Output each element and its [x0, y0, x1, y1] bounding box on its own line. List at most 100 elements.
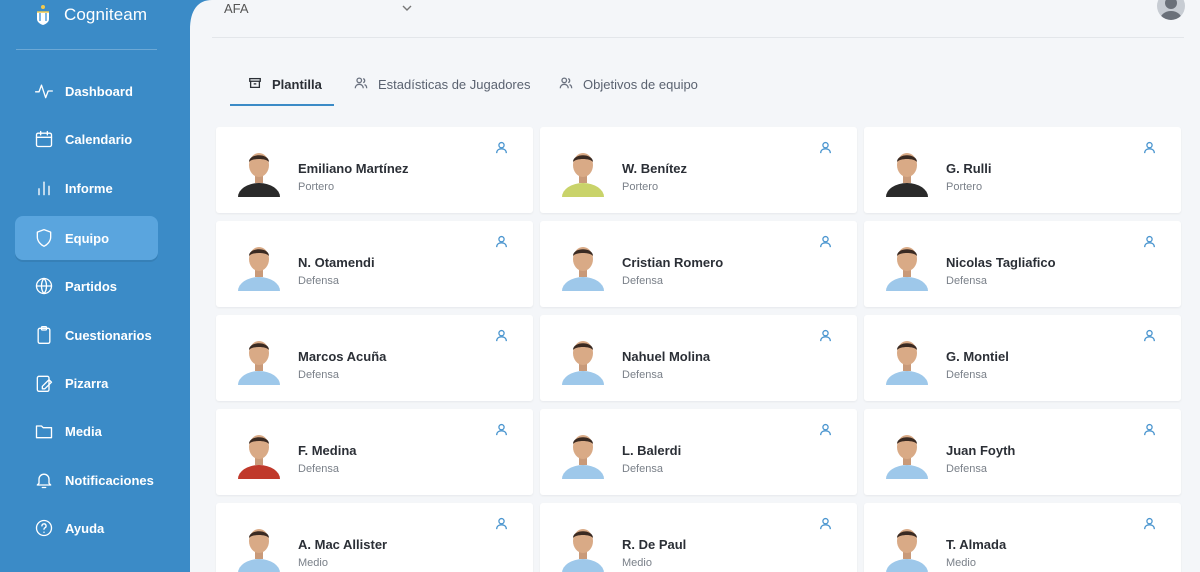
app-name: Cogniteam — [64, 5, 148, 24]
active-tab-indicator — [230, 104, 334, 106]
sidebar-item-informe[interactable]: Informe — [15, 166, 158, 210]
player-card[interactable]: G. Montiel Defensa — [864, 315, 1181, 401]
user-profile-icon[interactable] — [819, 517, 833, 531]
sidebar-item-ayuda[interactable]: Ayuda — [15, 506, 158, 550]
bell-icon — [33, 469, 55, 491]
user-profile-icon[interactable] — [495, 235, 509, 249]
player-position: Medio — [622, 557, 652, 569]
tab-objetivos-equipo[interactable]: Objetivos de equipo — [559, 62, 698, 106]
player-card[interactable]: A. Mac Allister Medio — [216, 503, 533, 572]
sidebar-item-pizarra[interactable]: Pizarra — [15, 361, 158, 405]
player-card[interactable]: W. Benítez Portero — [540, 127, 857, 213]
user-profile-icon[interactable] — [1143, 141, 1157, 155]
player-position: Defensa — [622, 369, 663, 381]
sidebar-item-label: Ayuda — [65, 520, 105, 536]
player-card[interactable]: Nahuel Molina Defensa — [540, 315, 857, 401]
afa-crest-logo — [37, 5, 49, 25]
help-circle-icon — [33, 517, 55, 539]
player-position: Defensa — [946, 369, 987, 381]
archive-icon — [248, 76, 264, 92]
organization-name: AFA — [224, 0, 249, 16]
sidebar-item-label: Partidos — [65, 278, 118, 294]
sidebar-edge — [176, 0, 212, 572]
basketball-icon — [33, 275, 55, 297]
sidebar-item-cuestionarios[interactable]: Cuestionarios — [15, 313, 158, 357]
player-position: Medio — [298, 557, 328, 569]
sidebar-item-label: Pizarra — [65, 375, 109, 391]
tab-label: Estadísticas de Jugadores — [378, 76, 531, 92]
sidebar-item-equipo[interactable]: Equipo — [15, 216, 158, 260]
sidebar-item-label: Informe — [65, 180, 113, 196]
player-name: Nicolas Tagliafico — [946, 255, 1056, 270]
tab-bar: Plantilla Estadísticas de Jugadores Obje… — [230, 62, 730, 106]
user-profile-icon[interactable] — [1143, 423, 1157, 437]
player-card[interactable]: N. Otamendi Defensa — [216, 221, 533, 307]
user-profile-icon[interactable] — [495, 329, 509, 343]
tab-label: Objetivos de equipo — [583, 76, 698, 92]
player-photo — [886, 341, 928, 385]
player-position: Defensa — [946, 463, 987, 475]
player-name: Nahuel Molina — [622, 349, 711, 364]
sidebar-item-media[interactable]: Media — [15, 409, 158, 453]
player-card[interactable]: Marcos Acuña Defensa — [216, 315, 533, 401]
user-profile-icon[interactable] — [495, 141, 509, 155]
user-profile-icon[interactable] — [1143, 517, 1157, 531]
player-position: Portero — [622, 181, 659, 193]
player-position: Portero — [298, 181, 335, 193]
sidebar-item-label: Cuestionarios — [65, 327, 152, 343]
chevron-down-icon — [402, 5, 412, 11]
player-name: G. Rulli — [946, 161, 992, 176]
player-position: Defensa — [298, 463, 339, 475]
user-avatar[interactable] — [1157, 0, 1185, 20]
player-photo — [562, 529, 604, 572]
player-position: Defensa — [298, 369, 339, 381]
sidebar-item-label: Calendario — [65, 131, 133, 147]
player-position: Medio — [946, 557, 976, 569]
user-profile-icon[interactable] — [819, 141, 833, 155]
user-profile-icon[interactable] — [495, 423, 509, 437]
organization-select[interactable]: AFA — [224, 0, 412, 17]
tab-plantilla[interactable]: Plantilla — [248, 62, 322, 106]
player-position: Defensa — [946, 275, 987, 287]
sidebar-item-label: Media — [65, 423, 102, 439]
sidebar-item-notificaciones[interactable]: Notificaciones — [15, 458, 158, 502]
player-photo — [886, 247, 928, 291]
user-profile-icon[interactable] — [495, 517, 509, 531]
tab-estadisticas-jugadores[interactable]: Estadísticas de Jugadores — [354, 62, 530, 106]
player-photo — [562, 341, 604, 385]
player-card[interactable]: G. Rulli Portero — [864, 127, 1181, 213]
player-card[interactable]: R. De Paul Medio — [540, 503, 857, 572]
player-card[interactable]: T. Almada Medio — [864, 503, 1181, 572]
user-profile-icon[interactable] — [1143, 235, 1157, 249]
player-photo — [886, 153, 928, 197]
player-photo — [238, 529, 280, 572]
sidebar-item-label: Dashboard — [65, 83, 133, 99]
users-icon — [354, 76, 370, 92]
player-card[interactable]: Cristian Romero Defensa — [540, 221, 857, 307]
player-photo — [238, 435, 280, 479]
user-profile-icon[interactable] — [1143, 329, 1157, 343]
player-position: Defensa — [298, 275, 339, 287]
player-name: F. Medina — [298, 443, 357, 458]
player-card[interactable]: Emiliano Martínez Portero — [216, 127, 533, 213]
edit-board-icon — [33, 372, 55, 394]
shield-icon — [33, 227, 55, 249]
user-profile-icon[interactable] — [819, 423, 833, 437]
player-card[interactable]: Nicolas Tagliafico Defensa — [864, 221, 1181, 307]
sidebar-item-dashboard[interactable]: Dashboard — [15, 69, 158, 113]
user-profile-icon[interactable] — [819, 235, 833, 249]
user-profile-icon[interactable] — [819, 329, 833, 343]
calendar-icon — [33, 128, 55, 150]
player-card[interactable]: Juan Foyth Defensa — [864, 409, 1181, 495]
player-card[interactable]: L. Balerdi Defensa — [540, 409, 857, 495]
player-photo — [238, 341, 280, 385]
player-photo — [562, 435, 604, 479]
sidebar-item-label: Notificaciones — [65, 472, 154, 488]
player-card[interactable]: F. Medina Defensa — [216, 409, 533, 495]
sidebar-item-calendario[interactable]: Calendario — [15, 117, 158, 161]
sidebar-item-label: Equipo — [65, 230, 110, 246]
clipboard-icon — [33, 324, 55, 346]
brand[interactable]: Cogniteam — [34, 4, 147, 26]
player-name: A. Mac Allister — [298, 537, 388, 552]
sidebar-item-partidos[interactable]: Partidos — [15, 264, 158, 308]
